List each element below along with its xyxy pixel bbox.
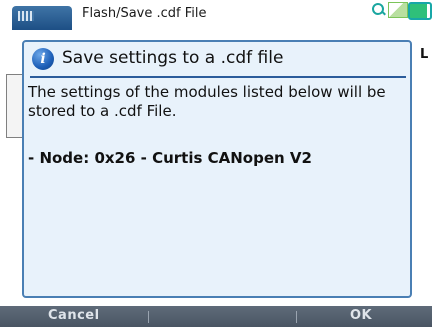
softkey-divider	[148, 311, 149, 323]
softkey-divider	[296, 311, 297, 323]
softkey-bar: Cancel OK	[0, 306, 432, 327]
signal-icon	[388, 2, 408, 18]
app-icon-stripe	[18, 11, 34, 21]
dialog-header: i Save settings to a .cdf file	[24, 42, 410, 76]
dialog-title: Save settings to a .cdf file	[62, 48, 284, 68]
app-window-icon	[12, 6, 72, 30]
cancel-button[interactable]: Cancel	[48, 308, 100, 323]
dialog-header-divider	[30, 76, 406, 78]
ok-button[interactable]: OK	[350, 308, 372, 323]
title-bar: Flash/Save .cdf File	[0, 0, 432, 30]
info-icon: i	[32, 48, 54, 70]
search-icon[interactable]	[372, 2, 386, 16]
node-entry: - Node: 0x26 - Curtis CANopen V2	[28, 149, 312, 167]
window-title: Flash/Save .cdf File	[82, 6, 207, 21]
background-label: L	[420, 47, 429, 62]
save-settings-dialog: i Save settings to a .cdf file The setti…	[22, 40, 412, 298]
dialog-message: The settings of the modules listed below…	[28, 83, 386, 120]
battery-icon	[408, 2, 432, 20]
